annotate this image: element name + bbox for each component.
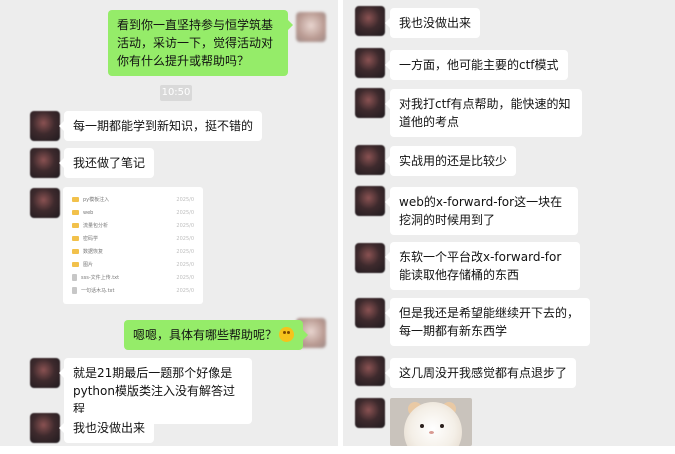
folder-icon: [72, 236, 79, 241]
grinning-face-icon: [279, 327, 295, 342]
contact-avatar[interactable]: [30, 111, 60, 141]
notes-screenshot-image[interactable]: py模板注入 2025/0 web 2025/0 流量包分析 2025/0 密码学 20…: [63, 187, 203, 304]
received-message[interactable]: 我还做了笔记: [58, 148, 155, 178]
received-message[interactable]: 东软一个平台改x-forward-for能读取他存储桶的东西: [385, 242, 580, 290]
contact-avatar[interactable]: [355, 6, 385, 36]
received-message[interactable]: 每一期都能学到新知识，挺不错的: [58, 111, 263, 141]
file-row: web 2025/0: [72, 208, 198, 218]
file-row: 流量包分析 2025/0: [72, 221, 198, 231]
contact-avatar[interactable]: [30, 413, 60, 443]
received-message[interactable]: web的x-forward-for这一块在挖洞的时候用到了: [385, 187, 578, 235]
file-row: 密码学 2025/0: [72, 234, 198, 244]
contact-avatar[interactable]: [355, 145, 385, 175]
text-file-icon: [72, 274, 77, 281]
contact-avatar[interactable]: [355, 398, 385, 428]
contact-avatar[interactable]: [30, 148, 60, 178]
left-chat-panel: 看到你一直坚持参与恒学筑基活动，采访一下，觉得活动对你有什么提升或帮助吗？ 10…: [0, 0, 338, 446]
contact-avatar[interactable]: [30, 358, 60, 388]
contact-avatar[interactable]: [355, 243, 385, 273]
folder-icon: [72, 210, 79, 215]
hamster-photo[interactable]: [390, 398, 472, 446]
received-message[interactable]: 我也没做出来: [58, 413, 155, 443]
file-row: 图片 2025/0: [72, 260, 198, 270]
received-message[interactable]: 这几周没开我感觉都有点退步了: [384, 358, 577, 388]
contact-avatar[interactable]: [355, 88, 385, 118]
my-avatar[interactable]: [296, 12, 326, 42]
received-message[interactable]: 实战用的还是比较少: [384, 146, 517, 176]
received-message[interactable]: 对我打ctf有点帮助，能快速的知道他的考点: [385, 89, 582, 137]
hamster-eye: [420, 424, 424, 428]
file-row: py模板注入 2025/0: [72, 195, 198, 205]
received-message[interactable]: 但是我还是希望能继续开下去的，每一期都有新东西学: [385, 298, 590, 346]
sent-message-question-1[interactable]: 看到你一直坚持参与恒学筑基活动，采访一下，觉得活动对你有什么提升或帮助吗？: [108, 10, 293, 76]
sent-message-question-2[interactable]: 嗯嗯，具体有哪些帮助呢？: [124, 320, 309, 350]
contact-avatar[interactable]: [355, 186, 385, 216]
folder-icon: [72, 197, 79, 202]
message-text: 嗯嗯，具体有哪些帮助呢？: [133, 328, 278, 342]
received-message[interactable]: 一方面，他可能主要的ctf模式: [385, 50, 568, 80]
text-file-icon: [72, 287, 77, 294]
received-message[interactable]: 我也没做出来: [384, 8, 481, 38]
folder-icon: [72, 223, 79, 228]
contact-avatar[interactable]: [355, 356, 385, 386]
timestamp: 10:50: [160, 85, 192, 101]
hamster-nose: [429, 431, 434, 434]
right-chat-panel: 我也没做出来 一方面，他可能主要的ctf模式 对我打ctf有点帮助，能快速的知道…: [343, 0, 675, 446]
file-row: 数据恢复 2025/0: [72, 247, 198, 257]
file-row: sss-文件上传.txt 2025/0: [72, 273, 198, 283]
contact-avatar[interactable]: [30, 188, 60, 218]
hamster-eye: [440, 424, 444, 428]
contact-avatar[interactable]: [355, 48, 385, 78]
folder-icon: [72, 249, 79, 254]
contact-avatar[interactable]: [355, 298, 385, 328]
file-row: 一句话木马.txt 2025/0: [72, 286, 198, 296]
folder-icon: [72, 262, 79, 267]
